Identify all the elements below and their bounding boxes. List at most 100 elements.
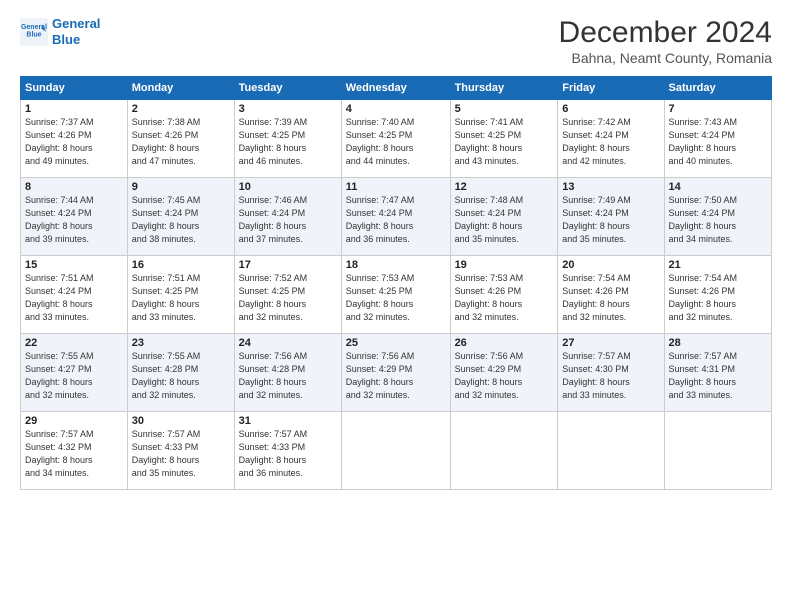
day-number: 29: [25, 415, 123, 427]
day-number: 17: [239, 259, 337, 271]
day-number: 19: [455, 259, 554, 271]
calendar-week-1: 1Sunrise: 7:37 AM Sunset: 4:26 PM Daylig…: [21, 100, 772, 178]
day-number: 10: [239, 181, 337, 193]
calendar-header-wednesday: Wednesday: [341, 77, 450, 100]
page: General Blue General Blue December 2024 …: [0, 0, 792, 612]
day-number: 13: [562, 181, 659, 193]
day-info: Sunrise: 7:43 AM Sunset: 4:24 PM Dayligh…: [669, 116, 767, 168]
day-info: Sunrise: 7:38 AM Sunset: 4:26 PM Dayligh…: [132, 116, 230, 168]
day-number: 20: [562, 259, 659, 271]
day-info: Sunrise: 7:56 AM Sunset: 4:29 PM Dayligh…: [346, 350, 446, 402]
calendar-header-thursday: Thursday: [450, 77, 558, 100]
day-info: Sunrise: 7:37 AM Sunset: 4:26 PM Dayligh…: [25, 116, 123, 168]
day-info: Sunrise: 7:57 AM Sunset: 4:30 PM Dayligh…: [562, 350, 659, 402]
logo-line1: General: [52, 16, 100, 31]
calendar-cell: 5Sunrise: 7:41 AM Sunset: 4:25 PM Daylig…: [450, 100, 558, 178]
calendar-cell: [341, 412, 450, 490]
day-info: Sunrise: 7:53 AM Sunset: 4:26 PM Dayligh…: [455, 272, 554, 324]
day-number: 8: [25, 181, 123, 193]
day-info: Sunrise: 7:51 AM Sunset: 4:24 PM Dayligh…: [25, 272, 123, 324]
day-info: Sunrise: 7:55 AM Sunset: 4:27 PM Dayligh…: [25, 350, 123, 402]
day-number: 31: [239, 415, 337, 427]
day-info: Sunrise: 7:44 AM Sunset: 4:24 PM Dayligh…: [25, 194, 123, 246]
logo: General Blue General Blue: [20, 16, 100, 47]
calendar-cell: 12Sunrise: 7:48 AM Sunset: 4:24 PM Dayli…: [450, 178, 558, 256]
day-number: 28: [669, 337, 767, 349]
day-number: 24: [239, 337, 337, 349]
day-number: 2: [132, 103, 230, 115]
day-number: 21: [669, 259, 767, 271]
day-number: 22: [25, 337, 123, 349]
day-number: 15: [25, 259, 123, 271]
calendar-cell: 3Sunrise: 7:39 AM Sunset: 4:25 PM Daylig…: [234, 100, 341, 178]
title-block: December 2024 Bahna, Neamt County, Roman…: [559, 16, 772, 66]
day-info: Sunrise: 7:50 AM Sunset: 4:24 PM Dayligh…: [669, 194, 767, 246]
calendar-header-tuesday: Tuesday: [234, 77, 341, 100]
day-info: Sunrise: 7:54 AM Sunset: 4:26 PM Dayligh…: [562, 272, 659, 324]
calendar-week-4: 22Sunrise: 7:55 AM Sunset: 4:27 PM Dayli…: [21, 334, 772, 412]
day-number: 6: [562, 103, 659, 115]
calendar-cell: 13Sunrise: 7:49 AM Sunset: 4:24 PM Dayli…: [558, 178, 664, 256]
day-info: Sunrise: 7:54 AM Sunset: 4:26 PM Dayligh…: [669, 272, 767, 324]
calendar-cell: 17Sunrise: 7:52 AM Sunset: 4:25 PM Dayli…: [234, 256, 341, 334]
day-info: Sunrise: 7:41 AM Sunset: 4:25 PM Dayligh…: [455, 116, 554, 168]
calendar-cell: 9Sunrise: 7:45 AM Sunset: 4:24 PM Daylig…: [127, 178, 234, 256]
calendar-header-monday: Monday: [127, 77, 234, 100]
calendar-header-friday: Friday: [558, 77, 664, 100]
day-info: Sunrise: 7:49 AM Sunset: 4:24 PM Dayligh…: [562, 194, 659, 246]
calendar-cell: 6Sunrise: 7:42 AM Sunset: 4:24 PM Daylig…: [558, 100, 664, 178]
day-number: 18: [346, 259, 446, 271]
day-info: Sunrise: 7:48 AM Sunset: 4:24 PM Dayligh…: [455, 194, 554, 246]
day-number: 16: [132, 259, 230, 271]
calendar-cell: 10Sunrise: 7:46 AM Sunset: 4:24 PM Dayli…: [234, 178, 341, 256]
day-info: Sunrise: 7:52 AM Sunset: 4:25 PM Dayligh…: [239, 272, 337, 324]
day-info: Sunrise: 7:53 AM Sunset: 4:25 PM Dayligh…: [346, 272, 446, 324]
calendar-cell: 23Sunrise: 7:55 AM Sunset: 4:28 PM Dayli…: [127, 334, 234, 412]
calendar-week-5: 29Sunrise: 7:57 AM Sunset: 4:32 PM Dayli…: [21, 412, 772, 490]
day-number: 7: [669, 103, 767, 115]
day-number: 11: [346, 181, 446, 193]
day-number: 23: [132, 337, 230, 349]
day-number: 14: [669, 181, 767, 193]
day-info: Sunrise: 7:57 AM Sunset: 4:32 PM Dayligh…: [25, 428, 123, 480]
day-number: 27: [562, 337, 659, 349]
day-info: Sunrise: 7:45 AM Sunset: 4:24 PM Dayligh…: [132, 194, 230, 246]
day-info: Sunrise: 7:57 AM Sunset: 4:33 PM Dayligh…: [239, 428, 337, 480]
day-number: 30: [132, 415, 230, 427]
calendar-cell: [558, 412, 664, 490]
calendar-cell: 16Sunrise: 7:51 AM Sunset: 4:25 PM Dayli…: [127, 256, 234, 334]
svg-text:Blue: Blue: [26, 31, 41, 38]
calendar-header-sunday: Sunday: [21, 77, 128, 100]
logo-icon: General Blue: [20, 18, 48, 46]
calendar-cell: 21Sunrise: 7:54 AM Sunset: 4:26 PM Dayli…: [664, 256, 771, 334]
calendar-cell: 26Sunrise: 7:56 AM Sunset: 4:29 PM Dayli…: [450, 334, 558, 412]
day-info: Sunrise: 7:56 AM Sunset: 4:28 PM Dayligh…: [239, 350, 337, 402]
day-info: Sunrise: 7:39 AM Sunset: 4:25 PM Dayligh…: [239, 116, 337, 168]
calendar-cell: 25Sunrise: 7:56 AM Sunset: 4:29 PM Dayli…: [341, 334, 450, 412]
day-info: Sunrise: 7:55 AM Sunset: 4:28 PM Dayligh…: [132, 350, 230, 402]
calendar-cell: 14Sunrise: 7:50 AM Sunset: 4:24 PM Dayli…: [664, 178, 771, 256]
calendar-cell: 30Sunrise: 7:57 AM Sunset: 4:33 PM Dayli…: [127, 412, 234, 490]
day-number: 12: [455, 181, 554, 193]
calendar-cell: 18Sunrise: 7:53 AM Sunset: 4:25 PM Dayli…: [341, 256, 450, 334]
logo-line2: Blue: [52, 32, 80, 47]
calendar-cell: 31Sunrise: 7:57 AM Sunset: 4:33 PM Dayli…: [234, 412, 341, 490]
calendar-cell: [450, 412, 558, 490]
calendar-cell: 27Sunrise: 7:57 AM Sunset: 4:30 PM Dayli…: [558, 334, 664, 412]
calendar-cell: 2Sunrise: 7:38 AM Sunset: 4:26 PM Daylig…: [127, 100, 234, 178]
calendar-cell: 7Sunrise: 7:43 AM Sunset: 4:24 PM Daylig…: [664, 100, 771, 178]
calendar-cell: 24Sunrise: 7:56 AM Sunset: 4:28 PM Dayli…: [234, 334, 341, 412]
day-info: Sunrise: 7:40 AM Sunset: 4:25 PM Dayligh…: [346, 116, 446, 168]
calendar-cell: 11Sunrise: 7:47 AM Sunset: 4:24 PM Dayli…: [341, 178, 450, 256]
logo-text: General Blue: [52, 16, 100, 47]
calendar-table: SundayMondayTuesdayWednesdayThursdayFrid…: [20, 76, 772, 490]
calendar-header-saturday: Saturday: [664, 77, 771, 100]
calendar-week-2: 8Sunrise: 7:44 AM Sunset: 4:24 PM Daylig…: [21, 178, 772, 256]
calendar-cell: 19Sunrise: 7:53 AM Sunset: 4:26 PM Dayli…: [450, 256, 558, 334]
day-info: Sunrise: 7:42 AM Sunset: 4:24 PM Dayligh…: [562, 116, 659, 168]
day-info: Sunrise: 7:57 AM Sunset: 4:31 PM Dayligh…: [669, 350, 767, 402]
calendar-cell: [664, 412, 771, 490]
day-info: Sunrise: 7:51 AM Sunset: 4:25 PM Dayligh…: [132, 272, 230, 324]
month-title: December 2024: [559, 16, 772, 50]
calendar-header-row: SundayMondayTuesdayWednesdayThursdayFrid…: [21, 77, 772, 100]
